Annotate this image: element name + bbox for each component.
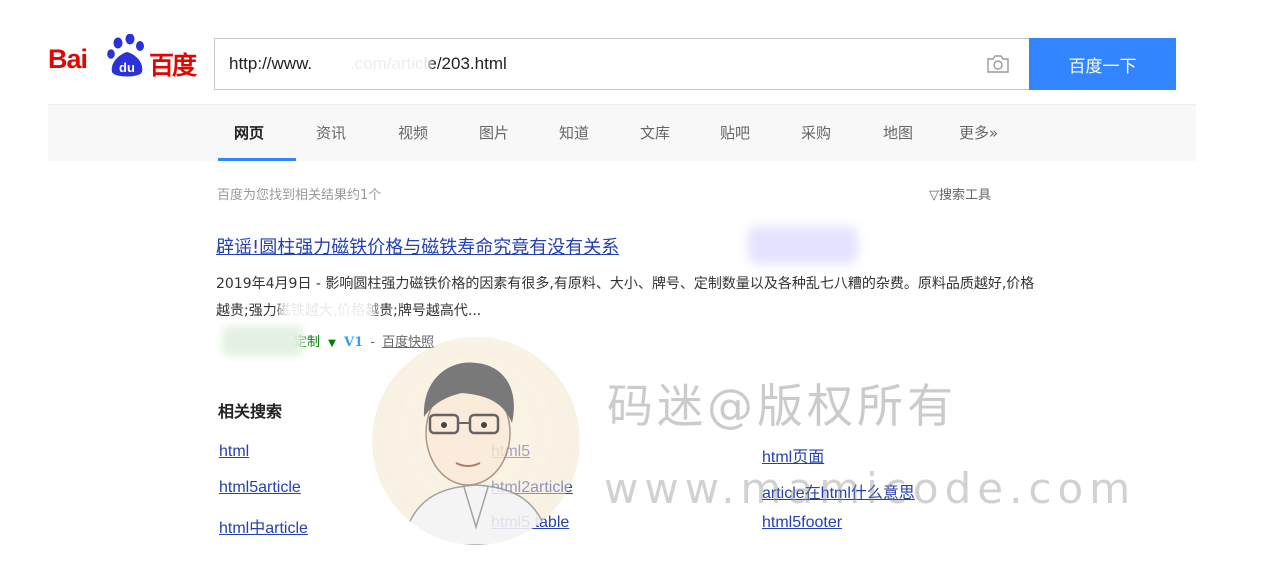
search-box [214,38,1029,90]
result-abstract: 2019年4月9日 - 影响圆柱强力磁铁价格的因素有很多,有原料、大小、牌号、定… [216,276,1035,319]
source-site[interactable]: 定制 [294,335,320,350]
related-searches-heading: 相关搜索 [218,402,283,421]
search-tools-button[interactable]: ▽搜索工具 [929,184,991,203]
separator: - [370,335,375,350]
tab-webpage[interactable]: 网页 [234,122,264,143]
v1-badge[interactable]: V1 [344,335,363,350]
tab-video[interactable]: 视频 [398,122,428,143]
tab-bar: 网页 资讯 视频 图片 知道 文库 贴吧 采购 地图 更多» [48,104,1196,161]
result-source: 定制 ▼ V1 - 百度快照 [216,331,434,350]
tab-tieba[interactable]: 贴吧 [720,122,750,143]
paw-icon: du [107,34,144,77]
snapshot-link[interactable]: 百度快照 [382,335,434,350]
logo-text-cn: 百度 [149,51,197,80]
baidu-logo[interactable]: Bai du 百度 [48,34,204,82]
active-tab-indicator [218,158,296,161]
related-link[interactable]: html中article [219,514,308,538]
related-link[interactable]: html页面 [762,443,824,467]
result-count: 百度为您找到相关结果约1个 [217,188,382,203]
search-input[interactable] [229,51,969,77]
search-button[interactable]: 百度一下 [1029,38,1176,90]
tab-more[interactable]: 更多» [959,122,998,143]
logo-text-bai: Bai [48,44,88,74]
related-link[interactable]: html5footer [762,514,842,532]
watermark-text-line1: 码迷@版权所有 [607,379,957,433]
camera-icon[interactable] [985,53,1011,75]
related-link[interactable]: html5article [219,479,301,497]
result-title-link[interactable]: 辟谣!圆柱强力磁铁价格与磁铁寿命究竟有没有关系 [216,233,619,259]
title-redaction-blur [748,226,858,264]
tab-wenku[interactable]: 文库 [640,122,670,143]
watermark-avatar [372,337,580,545]
tab-zhidao[interactable]: 知道 [559,122,589,143]
related-link[interactable]: html [219,443,249,461]
tab-news[interactable]: 资讯 [316,122,346,143]
tab-caigou[interactable]: 采购 [801,122,831,143]
tab-map[interactable]: 地图 [883,122,913,143]
tab-images[interactable]: 图片 [479,122,509,143]
svg-text:du: du [119,60,135,75]
dropdown-arrow-icon[interactable]: ▼ [328,338,336,349]
related-link[interactable]: article在html什么意思 [762,479,915,503]
